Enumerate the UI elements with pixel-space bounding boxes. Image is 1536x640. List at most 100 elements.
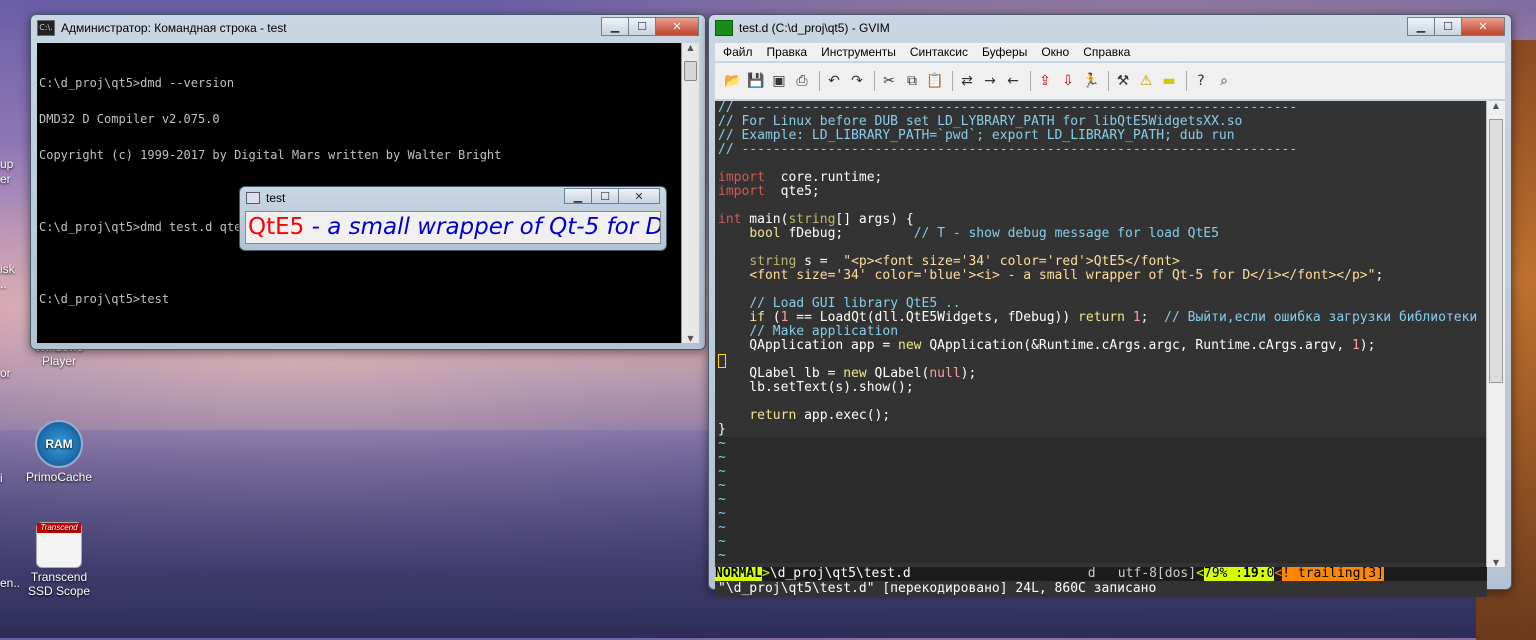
code-line: import qte5; bbox=[715, 185, 1487, 199]
menu-help[interactable]: Справка bbox=[1083, 45, 1130, 59]
code-token: null bbox=[929, 366, 961, 381]
status-sep: > bbox=[761, 567, 770, 581]
text-cursor bbox=[718, 354, 726, 368]
menu-buffers[interactable]: Буферы bbox=[982, 45, 1027, 59]
gvim-editor[interactable]: // -------------------------------------… bbox=[715, 101, 1487, 567]
transcend-icon: Transcend bbox=[36, 522, 82, 568]
maximize-button[interactable]: ☐ bbox=[1434, 17, 1462, 36]
find-prev-icon[interactable]: ← bbox=[1003, 71, 1023, 91]
desktop-icon-primocache[interactable]: RAM PrimoCache bbox=[19, 420, 99, 484]
cmd-scrollbar[interactable]: ▲ ▼ bbox=[681, 43, 699, 343]
undo-icon[interactable]: ↶ bbox=[824, 71, 844, 91]
make-icon[interactable]: ⚒ bbox=[1113, 71, 1133, 91]
code-token: "<p><font size='34' color='red'>QtE5</fo… bbox=[843, 254, 1180, 269]
run-script-icon[interactable]: 🏃 bbox=[1081, 71, 1101, 91]
gvim-scroll-thumb[interactable] bbox=[1489, 119, 1503, 383]
code-token: 1 bbox=[1351, 338, 1360, 353]
code-token: import bbox=[718, 170, 765, 185]
cmd-line: Copyright (c) 1999-2017 by Digital Mars … bbox=[39, 148, 502, 162]
desktop-icon-transcend[interactable]: Transcend Transcend SSD Scope bbox=[19, 522, 99, 598]
minimize-button[interactable]: ▁ bbox=[564, 188, 592, 204]
scroll-up-arrow-icon[interactable]: ▲ bbox=[682, 43, 699, 52]
find-replace-icon[interactable]: ⇄ bbox=[957, 71, 977, 91]
help-icon[interactable]: ? bbox=[1191, 71, 1211, 91]
status-sep: < bbox=[1196, 567, 1204, 581]
code-token: // -------------------------------------… bbox=[718, 142, 1298, 157]
status-percent: 79% : bbox=[1203, 567, 1244, 581]
toolbar-separator bbox=[819, 71, 820, 91]
gvim-toolbar: 📂 💾 ▣ ⎙ ↶ ↷ ✂ ⧉ 📋 ⇄ → ← ⇪ ⇩ 🏃 ⚒ ⚠ ▬ ? ⌕ bbox=[715, 63, 1505, 100]
transcend-label-1: Transcend bbox=[30, 570, 88, 584]
gvim-scrollbar[interactable]: ▲ ▼ bbox=[1486, 101, 1505, 567]
code-token: qte5; bbox=[764, 184, 820, 199]
menu-window[interactable]: Окно bbox=[1041, 45, 1069, 59]
menu-edit[interactable]: Правка bbox=[767, 45, 808, 59]
code-token: // Load GUI library QtE5 .. bbox=[749, 296, 961, 311]
code-token: ; bbox=[1140, 310, 1165, 325]
make-tags-icon[interactable]: ▬ bbox=[1159, 71, 1179, 91]
load-session-icon[interactable]: ⇪ bbox=[1035, 71, 1055, 91]
code-token: bool bbox=[749, 226, 781, 241]
find-help-icon[interactable]: ⌕ bbox=[1214, 71, 1234, 91]
maximize-icon: ☐ bbox=[1443, 20, 1453, 33]
code-token: int bbox=[718, 212, 742, 227]
close-button[interactable]: ✕ bbox=[655, 17, 699, 36]
code-token: string bbox=[788, 212, 836, 227]
close-button[interactable]: ✕ bbox=[1461, 17, 1505, 36]
cut-icon[interactable]: ✂ bbox=[879, 71, 899, 91]
qlabel: QtE5 - a small wrapper of Qt-5 for D bbox=[248, 214, 660, 240]
minimize-button[interactable]: ▁ bbox=[601, 17, 629, 36]
menu-file[interactable]: Файл bbox=[723, 45, 753, 59]
windows-player-label-2: Player bbox=[41, 354, 76, 368]
code-token: ( bbox=[764, 310, 781, 325]
cmd-line: C:\d_proj\qt5>test bbox=[39, 292, 170, 306]
open-icon[interactable]: 📂 bbox=[723, 71, 743, 91]
save-session-icon[interactable]: ⇩ bbox=[1058, 71, 1078, 91]
code-token: == LoadQt(dll.QtE5Widgets, fDebug)) bbox=[788, 310, 1079, 325]
qt-label-area: QtE5 - a small wrapper of Qt-5 for D bbox=[245, 211, 661, 244]
redo-icon[interactable]: ↷ bbox=[847, 71, 867, 91]
cmd-scroll-thumb[interactable] bbox=[684, 61, 697, 81]
empty-line-tilde: ~ bbox=[715, 521, 1487, 535]
code-token: // -------------------------------------… bbox=[718, 101, 1298, 115]
paste-icon[interactable]: 📋 bbox=[925, 71, 945, 91]
gvim-window[interactable]: test.d (C:\d_proj\qt5) - GVIM ▁ ☐ ✕ Файл… bbox=[708, 14, 1512, 597]
menu-syntax[interactable]: Синтаксис bbox=[910, 45, 968, 59]
code-token: ); bbox=[1359, 338, 1376, 353]
vim-statusline: NORMAL > \d_proj\qt5\test.d d utf-8[dos] <… bbox=[715, 567, 1487, 581]
maximize-button[interactable]: ☐ bbox=[628, 17, 656, 36]
empty-line-tilde: ~ bbox=[715, 451, 1487, 465]
save-all-icon[interactable]: ▣ bbox=[769, 71, 789, 91]
qt-test-window[interactable]: test ▁ ☐ ✕ QtE5 - a small wrapper of Qt-… bbox=[239, 186, 667, 251]
scroll-down-arrow-icon[interactable]: ▼ bbox=[1487, 558, 1505, 567]
vim-command-line: "\d_proj\qt5\test.d" [перекодировано] 24… bbox=[715, 581, 1487, 597]
status-line-number: 19: bbox=[1243, 567, 1267, 581]
menu-tools[interactable]: Инструменты bbox=[821, 45, 896, 59]
shell-icon[interactable]: ⚠ bbox=[1136, 71, 1156, 91]
copy-icon[interactable]: ⧉ bbox=[902, 71, 922, 91]
close-button[interactable]: ✕ bbox=[618, 188, 660, 204]
toolbar-separator bbox=[952, 71, 953, 91]
code-line: QLabel lb = new QLabel(null); bbox=[715, 367, 1487, 381]
print-icon[interactable]: ⎙ bbox=[792, 71, 812, 91]
code-line: QApplication app = new QApplication(&Run… bbox=[715, 339, 1487, 353]
code-line: // Make application bbox=[715, 325, 1487, 339]
minimize-button[interactable]: ▁ bbox=[1407, 17, 1435, 36]
cmd-titlebar[interactable]: C:\. Администратор: Командная строка - t… bbox=[31, 15, 705, 41]
code-token: QLabel lb = bbox=[718, 366, 844, 381]
qt-titlebar[interactable]: test ▁ ☐ ✕ bbox=[240, 187, 666, 209]
save-icon[interactable]: 💾 bbox=[746, 71, 766, 91]
code-token: new bbox=[843, 366, 867, 381]
gvim-title: test.d (C:\d_proj\qt5) - GVIM bbox=[739, 21, 890, 35]
maximize-button[interactable]: ☐ bbox=[591, 188, 619, 204]
code-token: main( bbox=[741, 212, 789, 227]
scroll-up-arrow-icon[interactable]: ▲ bbox=[1487, 101, 1505, 110]
scroll-down-arrow-icon[interactable]: ▼ bbox=[682, 334, 699, 343]
cmd-window[interactable]: C:\. Администратор: Командная строка - t… bbox=[30, 14, 706, 350]
find-next-icon[interactable]: → bbox=[980, 71, 1000, 91]
gvim-titlebar[interactable]: test.d (C:\d_proj\qt5) - GVIM ▁ ☐ ✕ bbox=[709, 15, 1511, 41]
